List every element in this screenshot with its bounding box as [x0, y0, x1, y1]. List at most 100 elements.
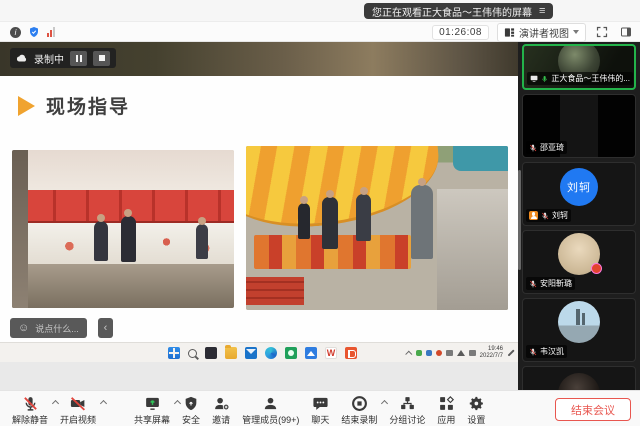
meeting-info-icon[interactable]: i	[10, 27, 21, 38]
photo-person	[356, 194, 371, 241]
photo-person	[298, 203, 310, 239]
chat-input-pill[interactable]: ☺ 说点什么...	[10, 318, 87, 338]
shared-windows-taskbar: W 19:46 2022/7/7	[0, 342, 518, 362]
control-label: 邀请	[212, 413, 230, 426]
control-label: 应用	[437, 413, 455, 426]
gear-icon	[468, 395, 485, 412]
marker-triangle-icon	[18, 96, 35, 116]
tray-expand-icon	[405, 350, 412, 357]
taskbar-time: 19:46	[480, 346, 503, 354]
side-panel-icon	[620, 26, 632, 38]
volume-icon	[469, 350, 476, 356]
meeting-toolbar: i 01:26:08 演讲者视图	[0, 22, 640, 42]
menu-icon[interactable]: ≡	[539, 6, 545, 17]
breakout-rooms-button[interactable]: 分组讨论	[383, 393, 431, 426]
network-signal-icon[interactable]	[47, 27, 55, 37]
stop-record-button[interactable]: 结束录制	[335, 393, 383, 426]
avatar-detail	[582, 313, 585, 325]
apps-button[interactable]: 应用	[431, 393, 461, 426]
participant-label: 正大食品～王伟伟的...	[527, 72, 633, 85]
participant-label: 刘轲	[526, 209, 571, 222]
pen-input-icon	[508, 350, 515, 357]
mail-icon	[245, 347, 257, 359]
invite-button[interactable]: 邀请	[206, 393, 236, 426]
participant-tile[interactable]: 邵亚琦	[522, 94, 636, 158]
person-icon	[262, 395, 279, 412]
speaker-view-button[interactable]: 演讲者视图	[497, 23, 586, 42]
control-label: 开启视频	[60, 413, 96, 426]
pause-recording-button[interactable]	[70, 51, 87, 66]
participant-label: 韦汉凯	[526, 345, 567, 358]
apps-icon	[438, 395, 455, 412]
photos-app-icon	[305, 347, 317, 359]
fullscreen-button[interactable]	[594, 24, 610, 40]
bottom-control-bar: 解除静音 开启视频 共享屏幕 安全 邀请	[0, 390, 640, 426]
chat-bubble-icon	[312, 395, 329, 412]
side-panel-toggle-button[interactable]	[618, 24, 634, 40]
green-app-icon	[285, 347, 297, 359]
control-label: 分组讨论	[389, 413, 425, 426]
chat-button[interactable]: 聊天	[305, 393, 335, 426]
avatar-badge	[591, 263, 602, 274]
photo-shape-wall	[12, 150, 28, 308]
avatar	[558, 233, 600, 275]
camera-off-icon	[69, 395, 87, 412]
photo-person	[196, 224, 208, 259]
security-shield-icon[interactable]	[28, 26, 40, 38]
participant-tile[interactable]	[522, 366, 636, 390]
chat-placeholder: 说点什么...	[35, 322, 79, 335]
emoji-icon[interactable]: ☺	[18, 323, 29, 334]
main-area: 现场指导	[0, 42, 640, 390]
mic-on-icon	[541, 75, 548, 83]
shield-icon	[183, 395, 199, 412]
settings-button[interactable]: 设置	[461, 393, 491, 426]
toolbar-left-icons: i	[10, 22, 55, 42]
participant-tile[interactable]: 刘轲 刘轲	[522, 162, 636, 226]
start-video-button[interactable]: 开启视频	[54, 393, 102, 426]
meeting-timer: 01:26:08	[432, 25, 489, 40]
participant-tile[interactable]: 韦汉凯	[522, 298, 636, 362]
chevron-up-icon[interactable]	[100, 400, 107, 407]
share-screen-icon	[144, 395, 161, 412]
security-button[interactable]: 安全	[176, 393, 206, 426]
photo-person	[121, 216, 136, 262]
controls-row: 解除静音 开启视频 共享屏幕 安全 邀请	[6, 393, 491, 426]
control-label: 聊天	[311, 413, 329, 426]
end-meeting-button[interactable]: 结束会议	[555, 398, 631, 421]
avatar	[558, 301, 600, 343]
mic-muted-icon	[529, 144, 537, 152]
recording-label: 录制中	[34, 51, 64, 66]
manage-members-button[interactable]: 管理成员(99+)	[236, 393, 305, 426]
participant-tile[interactable]: 安阳靳璐	[522, 230, 636, 294]
watching-banner[interactable]: 您正在观看正大食品～王伟伟的屏幕 ≡	[364, 3, 553, 19]
unmute-button[interactable]: 解除静音	[6, 393, 54, 426]
photo-outdoor-market	[246, 146, 508, 310]
control-label: 结束录制	[341, 413, 377, 426]
participant-tile-presenter[interactable]: 正大食品～王伟伟的...	[522, 44, 636, 90]
sidebar-scrollbar[interactable]	[518, 170, 521, 270]
tray-mic-icon	[446, 350, 453, 356]
photo-person	[322, 197, 338, 249]
mic-muted-icon	[529, 280, 537, 288]
screen-share-icon	[530, 74, 538, 83]
photo-shape-teal-canopy	[453, 146, 508, 171]
presentation-app-icon	[345, 347, 357, 359]
avatar-detail	[576, 309, 580, 325]
control-label: 管理成员(99+)	[242, 413, 299, 426]
breakout-icon	[399, 395, 416, 412]
stop-recording-button[interactable]	[93, 51, 110, 66]
file-explorer-icon	[225, 347, 237, 359]
share-screen-button[interactable]: 共享屏幕	[128, 393, 176, 426]
participant-label: 邵亚琦	[526, 141, 567, 154]
search-icon	[188, 349, 197, 358]
taskbar-icons: W	[168, 343, 357, 362]
control-label: 设置	[467, 413, 485, 426]
recording-indicator: 录制中	[10, 48, 116, 68]
dark-app-icon	[205, 347, 217, 359]
photo-shape-path	[437, 189, 508, 310]
tray-app-icon	[436, 350, 442, 356]
participants-sidebar: 正大食品～王伟伟的... 邵亚琦 刘轲 刘轲	[518, 42, 640, 390]
chat-collapse-button[interactable]: ‹	[98, 318, 113, 338]
fullscreen-icon	[596, 26, 608, 38]
taskbar-date: 2022/7/7	[480, 353, 503, 361]
